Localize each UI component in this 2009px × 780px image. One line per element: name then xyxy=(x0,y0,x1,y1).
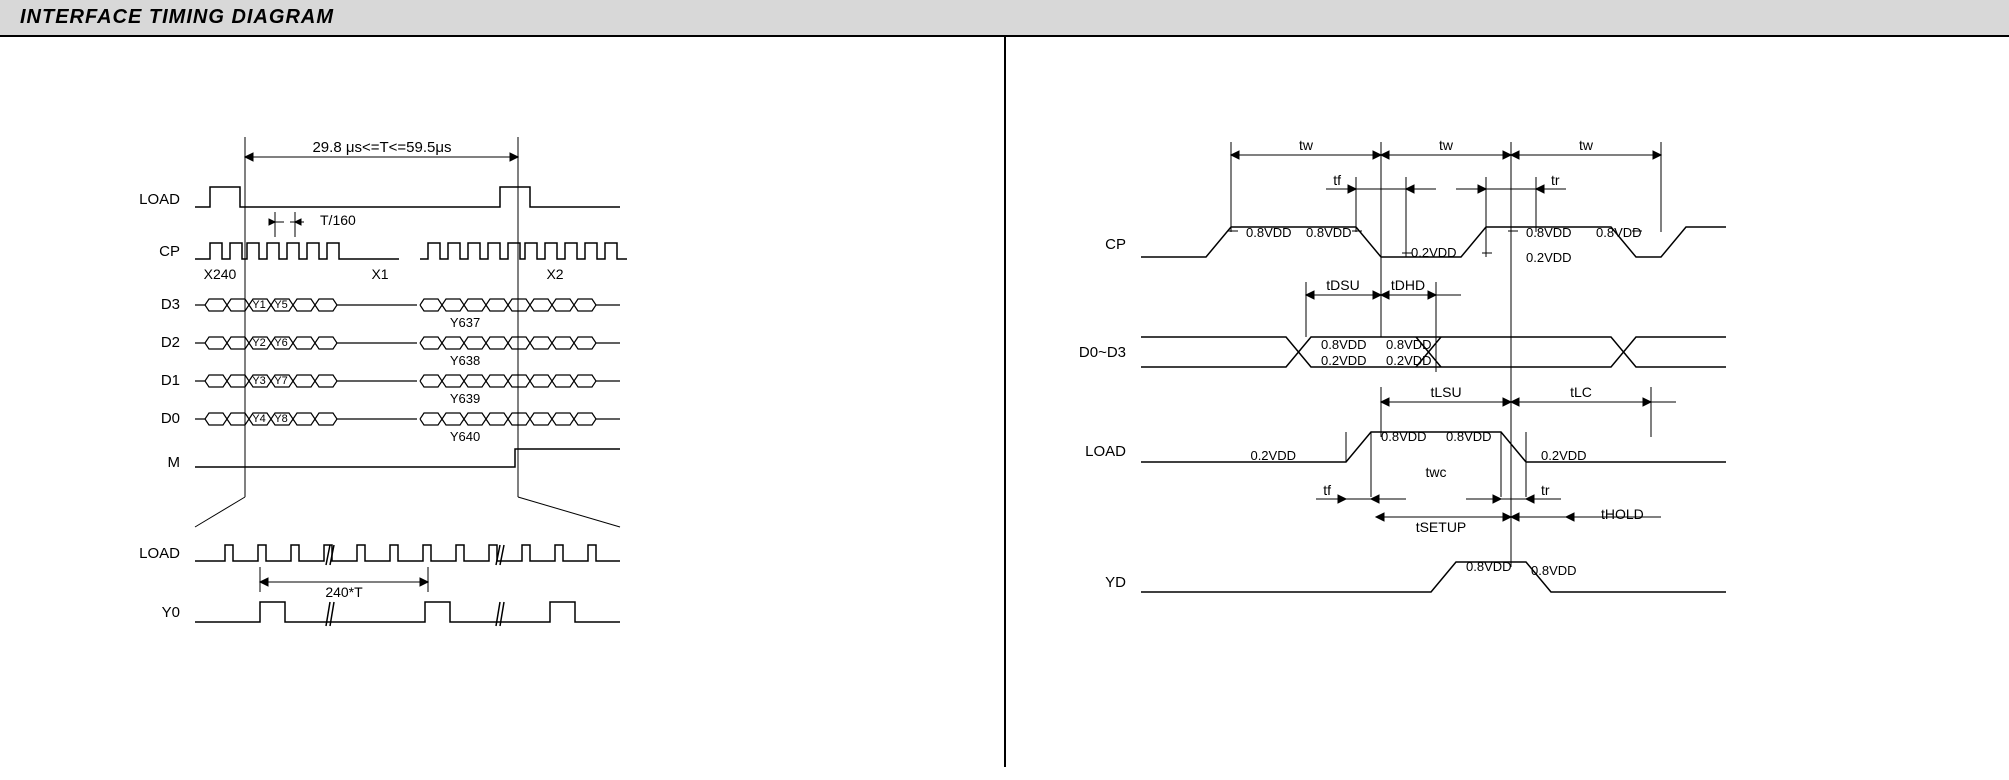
svg-text:tr: tr xyxy=(1541,482,1550,498)
svg-text:0.2VDD: 0.2VDD xyxy=(1411,245,1457,260)
section-title: INTERFACE TIMING DIAGRAM xyxy=(0,0,2009,37)
wave-yd-r xyxy=(1141,562,1726,592)
label-d1: D1 xyxy=(161,372,180,389)
svg-text:tf: tf xyxy=(1323,482,1331,498)
svg-text:Y2: Y2 xyxy=(252,337,265,349)
label-d0: D0 xyxy=(161,410,180,427)
svg-text:0.8VDD: 0.8VDD xyxy=(1531,563,1577,578)
col-prev: X240 xyxy=(204,266,237,282)
svg-text:0.2VDD: 0.2VDD xyxy=(1321,353,1367,368)
left-timing-svg: LOAD CP D3 D2 D1 D0 M LOAD Y0 29.8 μs<=T… xyxy=(0,37,1004,767)
svg-text:Y640: Y640 xyxy=(450,429,480,444)
wave-load-bottom xyxy=(195,545,620,565)
svg-text:Y638: Y638 xyxy=(450,353,480,368)
svg-text:tHOLD: tHOLD xyxy=(1601,506,1644,522)
diagram-content: LOAD CP D3 D2 D1 D0 M LOAD Y0 29.8 μs<=T… xyxy=(0,37,2009,767)
label-y0: Y0 xyxy=(162,604,180,621)
wave-y0 xyxy=(195,602,620,626)
svg-text:0.8VDD: 0.8VDD xyxy=(1321,337,1367,352)
col-next: X2 xyxy=(546,266,563,282)
label-load2: LOAD xyxy=(139,545,180,562)
label-data-r: D0~D3 xyxy=(1079,344,1126,361)
svg-text:tw: tw xyxy=(1579,137,1594,153)
svg-text:0.2VDD: 0.2VDD xyxy=(1526,250,1572,265)
wave-data-lanes xyxy=(195,299,620,425)
svg-text:tSETUP: tSETUP xyxy=(1416,519,1467,535)
label-m: M xyxy=(168,454,181,471)
label-load: LOAD xyxy=(139,191,180,208)
wave-load-r xyxy=(1141,432,1726,462)
wave-data-r xyxy=(1141,337,1726,367)
svg-text:Y639: Y639 xyxy=(450,391,480,406)
svg-text:tLSU: tLSU xyxy=(1430,384,1461,400)
svg-text:0.8VDD: 0.8VDD xyxy=(1526,225,1572,240)
svg-text:tDSU: tDSU xyxy=(1326,277,1359,293)
svg-text:Y3: Y3 xyxy=(252,375,265,387)
svg-text:0.8VDD: 0.8VDD xyxy=(1381,429,1427,444)
svg-text:tw: tw xyxy=(1299,137,1314,153)
svg-text:tw: tw xyxy=(1439,137,1454,153)
wave-load-top xyxy=(195,187,620,207)
clock-div: T/160 xyxy=(320,212,356,228)
left-timing-panel: LOAD CP D3 D2 D1 D0 M LOAD Y0 29.8 μs<=T… xyxy=(0,37,1006,767)
svg-text:0.8VDD: 0.8VDD xyxy=(1466,559,1512,574)
label-d3: D3 xyxy=(161,296,180,313)
svg-text:0.8VDD: 0.8VDD xyxy=(1596,225,1642,240)
right-timing-panel: CP D0~D3 LOAD YD tw tw tw xyxy=(1006,37,2009,767)
label-load-r: LOAD xyxy=(1085,443,1126,460)
svg-text:Y637: Y637 xyxy=(450,315,480,330)
svg-text:0.2VDD: 0.2VDD xyxy=(1250,448,1296,463)
frame-period: 240*T xyxy=(325,584,363,600)
label-d2: D2 xyxy=(161,334,180,351)
svg-text:Y8: Y8 xyxy=(274,413,287,425)
svg-text:0.8VDD: 0.8VDD xyxy=(1386,337,1432,352)
label-cp: CP xyxy=(159,243,180,260)
wave-cp xyxy=(195,243,627,259)
svg-text:Y7: Y7 xyxy=(274,375,287,387)
svg-text:tr: tr xyxy=(1551,172,1560,188)
svg-text:0.8VDD: 0.8VDD xyxy=(1306,225,1352,240)
label-cp-r: CP xyxy=(1105,236,1126,253)
svg-text:Y5: Y5 xyxy=(274,299,287,311)
col-cur: X1 xyxy=(371,266,388,282)
svg-text:Y1: Y1 xyxy=(252,299,265,311)
right-timing-svg: CP D0~D3 LOAD YD tw tw tw xyxy=(1006,37,2009,767)
svg-text:tLC: tLC xyxy=(1570,384,1592,400)
svg-text:0.8VDD: 0.8VDD xyxy=(1246,225,1292,240)
svg-text:twc: twc xyxy=(1426,464,1447,480)
wave-m xyxy=(195,449,620,467)
svg-text:0.2VDD: 0.2VDD xyxy=(1386,353,1432,368)
svg-text:tDHD: tDHD xyxy=(1391,277,1425,293)
svg-text:Y6: Y6 xyxy=(274,337,287,349)
svg-text:0.8VDD: 0.8VDD xyxy=(1446,429,1492,444)
svg-text:0.2VDD: 0.2VDD xyxy=(1541,448,1587,463)
label-yd-r: YD xyxy=(1105,574,1126,591)
period-spec: 29.8 μs<=T<=59.5μs xyxy=(312,139,451,156)
svg-text:tf: tf xyxy=(1333,172,1341,188)
svg-text:Y4: Y4 xyxy=(252,413,265,425)
